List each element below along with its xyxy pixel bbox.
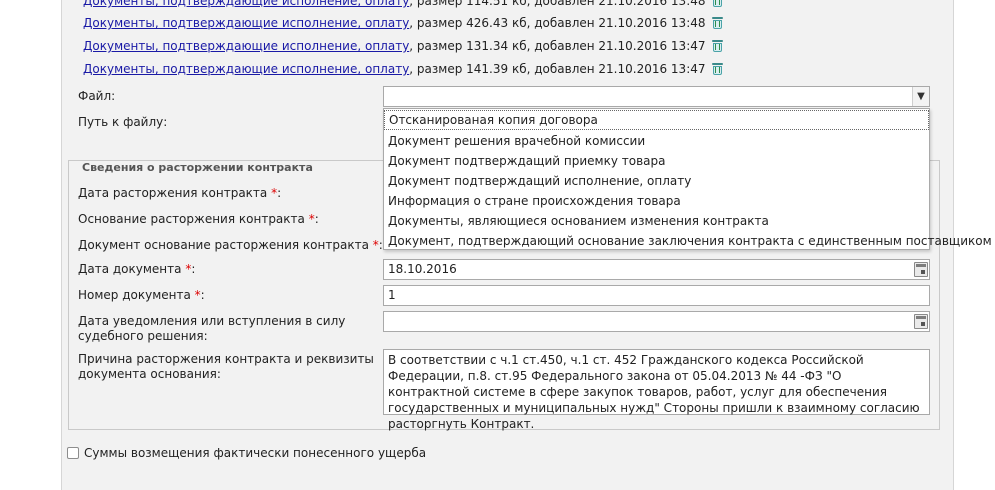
attached-file-link[interactable]: Документы, подтверждающие исполнение, оп… xyxy=(83,0,409,8)
damages-checkbox-label[interactable]: Суммы возмещения фактически понесенного … xyxy=(84,446,426,461)
termination-date-label: Дата расторжения контракта *: xyxy=(78,186,282,200)
attached-file-meta: , размер 114.51 кб, добавлен 21.10.2016 … xyxy=(409,0,706,8)
basis-document-label: Документ основание расторжения контракта… xyxy=(78,238,383,252)
attached-file-link[interactable]: Документы, подтверждающие исполнение, оп… xyxy=(83,39,409,53)
file-type-dropdown: Отсканированая копия договора Документ р… xyxy=(383,108,992,251)
notice-date-input[interactable] xyxy=(383,311,930,332)
reason-textarea[interactable]: В соответствии с ч.1 ст.450, ч.1 ст. 452… xyxy=(383,349,930,431)
attached-file-link[interactable]: Документы, подтверждающие исполнение, оп… xyxy=(83,16,409,30)
attached-file-row: Документы, подтверждающие исполнение, оп… xyxy=(83,14,723,32)
file-type-select[interactable]: ▼ xyxy=(383,86,930,107)
calendar-icon[interactable] xyxy=(914,314,928,329)
delete-file-icon[interactable] xyxy=(711,17,723,29)
required-mark: * xyxy=(194,288,201,302)
damages-checkbox[interactable] xyxy=(67,447,79,459)
calendar-icon[interactable] xyxy=(914,262,928,277)
chevron-down-icon[interactable]: ▼ xyxy=(912,87,929,106)
document-number-value: 1 xyxy=(388,288,396,302)
attached-file-meta: , размер 141.39 кб, добавлен 21.10.2016 … xyxy=(409,62,706,76)
document-number-label: Номер документа *: xyxy=(78,288,205,302)
dropdown-option[interactable]: Документы, являющиеся основанием изменен… xyxy=(384,211,929,231)
dropdown-option[interactable]: Информация о стране происхождения товара xyxy=(384,191,929,211)
attached-file-link[interactable]: Документы, подтверждающие исполнение, оп… xyxy=(83,62,409,76)
attached-file-row: Документы, подтверждающие исполнение, оп… xyxy=(83,60,723,78)
dropdown-option[interactable]: Документ решения врачебной комиссии xyxy=(384,131,929,151)
required-mark: * xyxy=(271,186,278,200)
attached-file-meta: , размер 426.43 кб, добавлен 21.10.2016 … xyxy=(409,16,706,30)
delete-file-icon[interactable] xyxy=(712,0,723,7)
file-type-label: Файл: xyxy=(78,89,116,103)
required-mark: * xyxy=(308,212,315,226)
required-mark: * xyxy=(372,238,379,252)
dropdown-option[interactable]: Документ подтверждащий исполнение, оплат… xyxy=(384,171,929,191)
delete-file-icon[interactable] xyxy=(711,40,723,52)
document-number-input[interactable]: 1 xyxy=(383,285,930,306)
document-date-value: 18.10.2016 xyxy=(388,262,457,276)
attached-file-row: Документы, подтверждающие исполнение, оп… xyxy=(83,37,723,55)
reason-label: Причина расторжения контракта и реквизит… xyxy=(78,352,374,381)
required-mark: * xyxy=(185,262,192,276)
document-date-label: Дата документа *: xyxy=(78,262,196,276)
dropdown-option[interactable]: Документ подтверждащий приемку товара xyxy=(384,151,929,171)
dropdown-option[interactable]: Документ, подтверждающий основание заклю… xyxy=(384,231,992,251)
dropdown-option[interactable]: Отсканированая копия договора xyxy=(384,110,929,130)
termination-legend: Сведения о расторжении контракта xyxy=(78,161,317,175)
notice-date-label: Дата уведомления или вступления в силу с… xyxy=(78,314,346,343)
delete-file-icon[interactable] xyxy=(711,63,723,75)
termination-basis-label: Основание расторжения контракта *: xyxy=(78,212,319,226)
file-path-label: Путь к файлу: xyxy=(78,115,168,129)
attached-file-row: Документы, подтверждающие исполнение, оп… xyxy=(83,0,723,10)
attached-file-meta: , размер 131.34 кб, добавлен 21.10.2016 … xyxy=(409,39,706,53)
document-date-input[interactable]: 18.10.2016 xyxy=(383,259,930,280)
